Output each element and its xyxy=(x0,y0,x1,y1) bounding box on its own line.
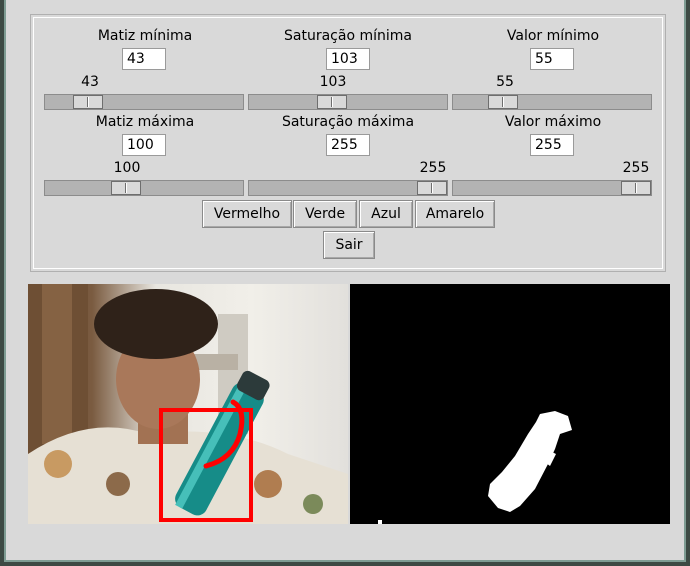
hue-max-slider-thumb[interactable] xyxy=(111,181,141,195)
sat-max-slider[interactable] xyxy=(248,180,448,196)
val-max-entry[interactable]: 255 xyxy=(530,134,574,156)
val-max-slider[interactable] xyxy=(452,180,652,196)
hue-min-slider-thumb[interactable] xyxy=(73,95,103,109)
camera-feed-image xyxy=(28,284,348,524)
hue-max-entry[interactable]: 100 xyxy=(122,134,166,156)
val-min-slider-thumb[interactable] xyxy=(488,95,518,109)
sat-max-value: 255 xyxy=(419,160,447,176)
sat-min-value: 103 xyxy=(319,74,347,90)
sat-min-label: Saturação mínima xyxy=(284,28,412,44)
camera-feed xyxy=(28,284,348,524)
sat-max-slider-thumb[interactable] xyxy=(417,181,447,195)
hue-max-slider[interactable] xyxy=(44,180,244,196)
hue-min-label: Matiz mínima xyxy=(97,28,193,44)
val-max-label: Valor máximo xyxy=(504,114,602,130)
mask-image xyxy=(378,411,572,524)
hue-max-value: 100 xyxy=(113,160,141,176)
yellow-preset-button[interactable]: Amarelo xyxy=(415,200,495,228)
sat-min-slider[interactable] xyxy=(248,94,448,110)
app-window: Matiz mínima Saturação mínima Valor míni… xyxy=(4,0,686,562)
red-preset-button[interactable]: Vermelho xyxy=(202,200,292,228)
val-max-slider-thumb[interactable] xyxy=(621,181,651,195)
sat-min-entry[interactable]: 103 xyxy=(326,48,370,70)
sat-min-slider-thumb[interactable] xyxy=(317,95,347,109)
sat-max-entry[interactable]: 255 xyxy=(326,134,370,156)
val-max-value: 255 xyxy=(622,160,650,176)
hue-min-value: 43 xyxy=(81,74,99,90)
hue-min-slider[interactable] xyxy=(44,94,244,110)
mask-view xyxy=(350,284,670,524)
green-preset-button[interactable]: Verde xyxy=(293,200,357,228)
hue-min-entry[interactable]: 43 xyxy=(122,48,166,70)
val-min-entry[interactable]: 55 xyxy=(530,48,574,70)
quit-button[interactable]: Sair xyxy=(323,231,375,259)
val-min-value: 55 xyxy=(496,74,514,90)
val-min-label: Valor mínimo xyxy=(506,28,600,44)
blue-preset-button[interactable]: Azul xyxy=(359,200,413,228)
val-min-slider[interactable] xyxy=(452,94,652,110)
sat-max-label: Saturação máxima xyxy=(281,114,415,130)
hue-max-label: Matiz máxima xyxy=(95,114,195,130)
